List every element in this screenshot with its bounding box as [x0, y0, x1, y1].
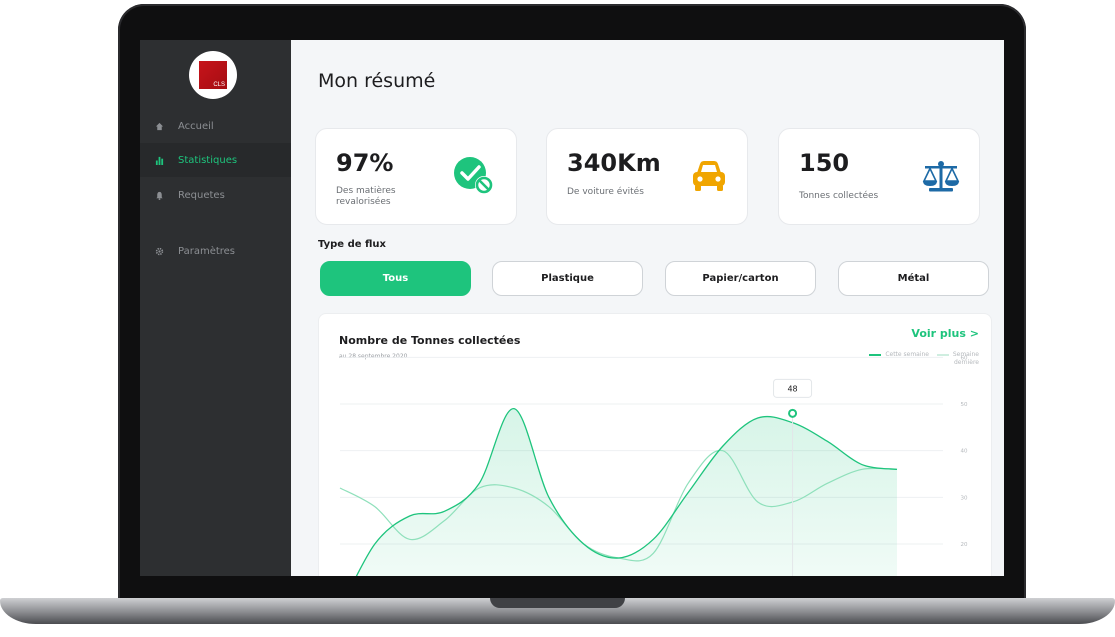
home-icon [154, 122, 164, 131]
filter-papier-carton-button[interactable]: Papier/carton [665, 261, 816, 296]
car-icon [689, 159, 729, 197]
y-tick-label: 60 [961, 355, 968, 361]
tooltip-value: 48 [787, 384, 797, 393]
app-screen: CLS Accueil Statistiques Requetes Paramè… [140, 40, 1004, 576]
tonnage-chart-card: Nombre de Tonnes collectées au 28 septem… [318, 313, 992, 576]
filter-plastique-button[interactable]: Plastique [492, 261, 643, 296]
y-tick-label: 50 [961, 402, 968, 408]
recycle-check-icon [452, 155, 496, 201]
stat-label: Tonnes collectées [799, 191, 879, 201]
main-content: Mon résumé 97% Des matières revalorisées… [291, 40, 1004, 576]
y-tick-label: 20 [961, 542, 968, 548]
sidebar-item-label: Statistiques [178, 154, 238, 166]
stat-label: De voiture évités [567, 187, 644, 197]
sidebar-item-label: Requetes [178, 189, 225, 201]
area-current-week [356, 408, 897, 576]
stat-value: 150 [799, 149, 850, 177]
scale-icon [921, 159, 961, 197]
sidebar-item-requetes[interactable]: Requetes [140, 178, 291, 212]
sidebar-item-label: Paramètres [178, 245, 236, 257]
y-tick-label: 40 [961, 449, 968, 455]
stat-value: 97% [336, 149, 394, 177]
tonnage-line-chart: 10203040506048 [339, 355, 968, 576]
sidebar-item-parametres[interactable]: Paramètres [140, 234, 291, 268]
filter-metal-button[interactable]: Métal [838, 261, 989, 296]
stat-card-recycled: 97% Des matières revalorisées [315, 128, 517, 225]
stat-card-tonnage: 150 Tonnes collectées [778, 128, 980, 225]
highlight-point [788, 408, 798, 418]
logo-mark: CLS [199, 61, 227, 89]
sidebar-item-statistiques[interactable]: Statistiques [140, 143, 291, 177]
stat-value: 340Km [567, 149, 661, 177]
sidebar-item-accueil[interactable]: Accueil [140, 109, 291, 143]
bell-icon [154, 191, 164, 200]
company-logo[interactable]: CLS [189, 51, 237, 99]
flux-type-label: Type de flux [318, 239, 386, 250]
page-title: Mon résumé [318, 70, 436, 92]
gear-icon [154, 247, 164, 256]
stat-card-distance: 340Km De voiture évités [546, 128, 748, 225]
stat-label: Des matières revalorisées [336, 186, 396, 207]
logo-text: CLS [213, 82, 225, 88]
sidebar: CLS Accueil Statistiques Requetes Paramè… [140, 40, 291, 576]
sidebar-item-label: Accueil [178, 120, 214, 132]
y-tick-label: 30 [961, 495, 968, 501]
bar-chart-icon [154, 156, 164, 165]
filter-tous-button[interactable]: Tous [320, 261, 471, 296]
laptop-notch [490, 598, 625, 608]
